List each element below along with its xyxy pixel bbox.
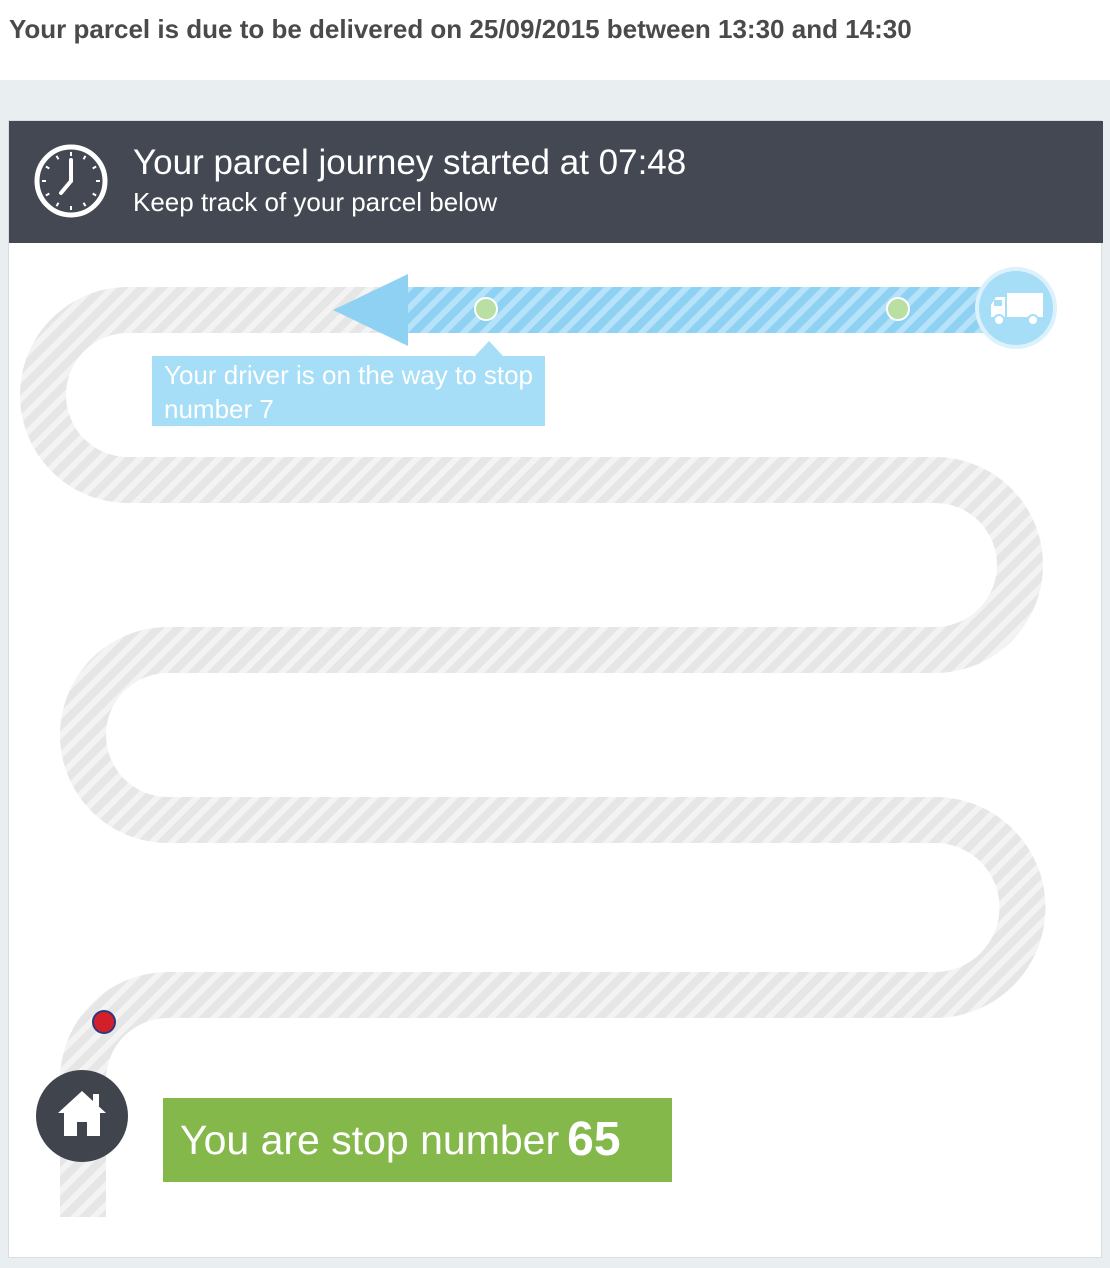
stop-number-label: You are stop number (180, 1117, 560, 1163)
callout-pointer (475, 341, 503, 356)
truck-icon (991, 293, 1043, 326)
stop-number-banner: You are stop number 65 (163, 1098, 672, 1182)
stop-number-value: 65 (567, 1113, 621, 1166)
customer-stop-marker (92, 1010, 116, 1034)
route-track (20, 287, 1046, 1217)
progress-arrow-head (333, 274, 408, 346)
home-badge (36, 1070, 128, 1162)
stop-marker (474, 297, 498, 321)
driver-status-callout: Your driver is on the way to stop number… (152, 356, 545, 426)
home-icon (58, 1091, 106, 1136)
driver-position-badge (975, 267, 1057, 349)
stop-marker (886, 297, 910, 321)
route-map (20, 274, 1046, 1217)
